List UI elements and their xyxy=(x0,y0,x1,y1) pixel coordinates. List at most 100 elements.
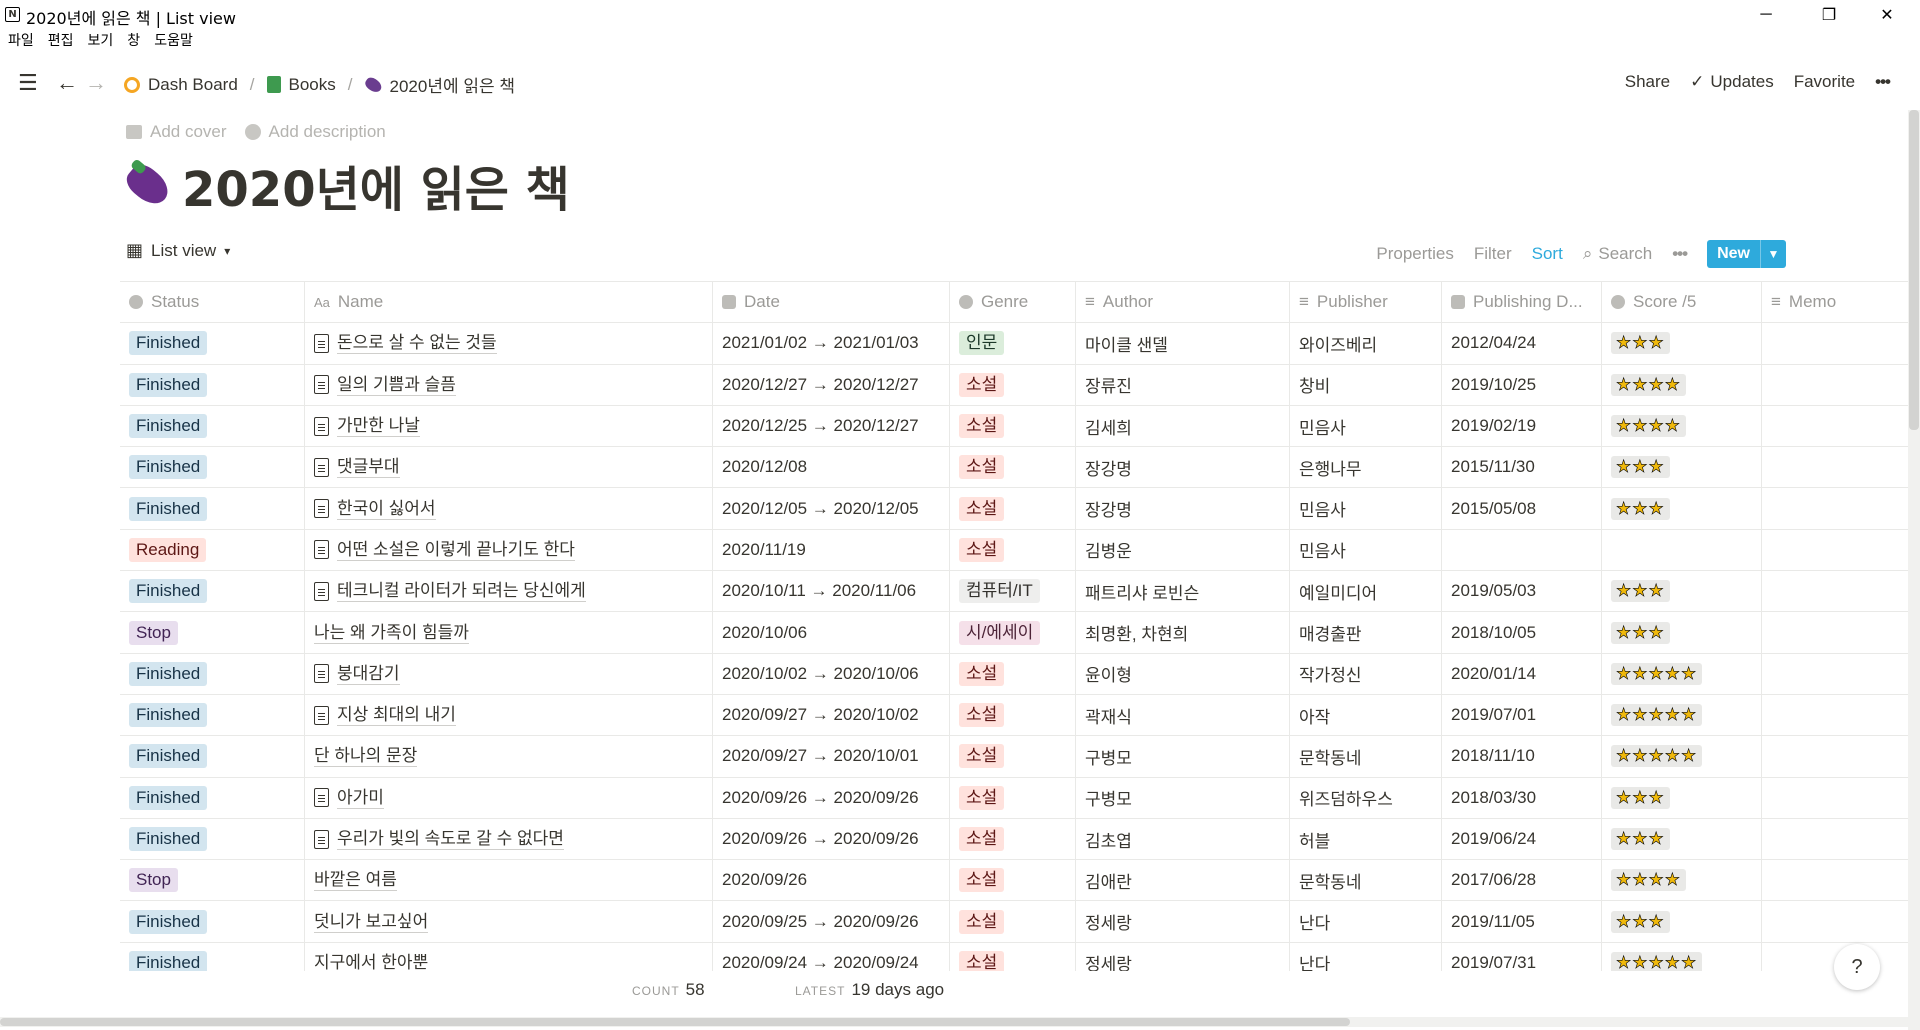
score-cell[interactable]: ★★★★★ xyxy=(1602,942,1762,971)
book-title-link[interactable]: 단 하나의 문장 xyxy=(314,745,418,768)
book-title-link[interactable]: 일의 기쁨과 슬픔 xyxy=(337,374,456,396)
column-header-publisher[interactable]: ≡ Publisher xyxy=(1290,282,1442,323)
name-cell[interactable]: 바깥은 여름 xyxy=(305,860,713,901)
author-cell[interactable]: 김세희 xyxy=(1076,405,1290,447)
genre-cell[interactable]: 소설 xyxy=(950,818,1076,860)
date-cell[interactable]: 2020/12/05 → 2020/12/05 xyxy=(713,488,950,529)
score-cell[interactable]: ★★★★★ xyxy=(1602,736,1762,777)
genre-cell[interactable]: 인문 xyxy=(950,323,1076,364)
score-cell[interactable]: ★★★★ xyxy=(1602,860,1762,901)
table-row[interactable]: Finished 일의 기쁨과 슬픔 2020/12/27 → 2020/12/27… xyxy=(120,364,1910,406)
publisher-cell[interactable]: 민음사 xyxy=(1290,405,1442,447)
publishing-date-cell[interactable]: 2017/06/28 xyxy=(1442,860,1602,901)
book-title-link[interactable]: 지구에서 한아뿐 xyxy=(314,952,428,971)
publisher-cell[interactable]: 문학동네 xyxy=(1290,736,1442,777)
genre-cell[interactable]: 소설 xyxy=(950,405,1076,447)
genre-cell[interactable]: 소설 xyxy=(950,736,1076,777)
search-button[interactable]: ⌕ Search xyxy=(1583,244,1652,264)
name-cell[interactable]: 돈으로 살 수 없는 것들 xyxy=(305,323,713,364)
menu-window[interactable]: 창 xyxy=(127,30,140,52)
book-title-link[interactable]: 가만한 나날 xyxy=(337,415,420,438)
score-cell[interactable]: ★★★★★ xyxy=(1602,694,1762,736)
book-title-link[interactable]: 아가미 xyxy=(337,787,384,809)
publisher-cell[interactable]: 예일미디어 xyxy=(1290,571,1442,612)
author-cell[interactable]: 장류진 xyxy=(1076,364,1290,405)
status-cell[interactable]: Finished xyxy=(120,901,305,942)
page-title[interactable]: 2020년에 읽은 책 xyxy=(121,150,570,220)
view-switcher[interactable]: ▦ List view ▾ xyxy=(126,240,230,261)
score-cell[interactable]: ★★★ xyxy=(1602,612,1762,653)
book-title-link[interactable]: 한국이 싫어서 xyxy=(337,498,436,520)
properties-button[interactable]: Properties xyxy=(1376,244,1453,264)
memo-cell[interactable] xyxy=(1762,406,1910,446)
name-cell[interactable]: 일의 기쁨과 슬픔 xyxy=(305,364,713,405)
status-cell[interactable]: Finished xyxy=(120,653,305,694)
add-cover-button[interactable]: Add cover xyxy=(126,122,227,142)
favorite-button[interactable]: Favorite xyxy=(1794,72,1855,92)
publishing-date-cell[interactable]: 2018/03/30 xyxy=(1442,777,1602,818)
author-cell[interactable]: 장강명 xyxy=(1076,488,1290,529)
publishing-date-cell[interactable]: 2018/11/10 xyxy=(1442,736,1602,777)
column-header-memo[interactable]: ≡ Memo xyxy=(1762,282,1910,322)
name-cell[interactable]: 단 하나의 문장 xyxy=(305,736,713,777)
book-title-link[interactable]: 어떤 소설은 이렇게 끝나기도 한다 xyxy=(337,539,575,561)
add-description-button[interactable]: Add description xyxy=(244,122,386,142)
score-cell[interactable]: ★★★ xyxy=(1602,571,1762,612)
book-title-link[interactable]: 우리가 빛의 속도로 갈 수 없다면 xyxy=(337,828,564,850)
name-cell[interactable]: 한국이 싫어서 xyxy=(305,488,713,529)
date-cell[interactable]: 2020/10/06 xyxy=(713,612,950,653)
name-cell[interactable]: 아가미 xyxy=(305,777,713,818)
genre-cell[interactable]: 소설 xyxy=(950,694,1076,736)
genre-cell[interactable]: 소설 xyxy=(950,488,1076,529)
genre-cell[interactable]: 소설 xyxy=(950,364,1076,405)
date-cell[interactable]: 2020/09/26 → 2020/09/26 xyxy=(713,777,950,818)
share-button[interactable]: Share xyxy=(1625,72,1670,92)
horizontal-scrollbar-thumb[interactable] xyxy=(0,1018,1350,1026)
forward-arrow-icon[interactable]: → xyxy=(85,70,107,96)
breadcrumb-current-page[interactable]: 2020년에 읽은 책 xyxy=(362,72,515,97)
genre-cell[interactable]: 소설 xyxy=(950,529,1076,571)
status-cell[interactable]: Finished xyxy=(120,818,305,860)
score-cell[interactable]: ★★★ xyxy=(1602,447,1762,488)
publishing-date-cell[interactable]: 2019/05/03 xyxy=(1442,571,1602,612)
column-header-author[interactable]: ≡ Author xyxy=(1076,282,1290,323)
status-cell[interactable]: Finished xyxy=(120,777,305,818)
publisher-cell[interactable]: 은행나무 xyxy=(1290,447,1442,488)
score-cell[interactable] xyxy=(1602,529,1762,571)
genre-cell[interactable]: 소설 xyxy=(950,777,1076,818)
name-cell[interactable]: 나는 왜 가족이 힘들까 xyxy=(305,612,713,653)
score-cell[interactable]: ★★★ xyxy=(1602,777,1762,818)
help-button[interactable]: ? xyxy=(1834,944,1880,990)
publisher-cell[interactable]: 난다 xyxy=(1290,901,1442,942)
table-row[interactable]: Finished 아가미 2020/09/26 → 2020/09/26 소설 구병모 위… xyxy=(120,777,1910,819)
date-cell[interactable]: 2021/01/02 → 2021/01/03 xyxy=(713,323,950,364)
name-cell[interactable]: 덧니가 보고싶어 xyxy=(305,901,713,942)
status-cell[interactable]: Finished xyxy=(120,736,305,777)
memo-cell[interactable] xyxy=(1762,778,1910,818)
publishing-date-cell[interactable] xyxy=(1442,529,1602,571)
status-cell[interactable]: Finished xyxy=(120,364,305,405)
status-cell[interactable]: Stop xyxy=(120,860,305,901)
genre-cell[interactable]: 소설 xyxy=(950,447,1076,488)
name-cell[interactable]: 붕대감기 xyxy=(305,653,713,694)
filter-button[interactable]: Filter xyxy=(1474,244,1512,264)
publisher-cell[interactable]: 와이즈베리 xyxy=(1290,323,1442,364)
table-row[interactable]: Finished 댓글부대 2020/12/08 소설 장강명 은행나무 2015/11/3… xyxy=(120,447,1910,489)
memo-cell[interactable] xyxy=(1762,819,1910,859)
hamburger-menu-icon[interactable]: ☰ xyxy=(18,70,38,96)
column-header-score[interactable]: Score /5 xyxy=(1602,282,1762,323)
status-cell[interactable]: Finished xyxy=(120,942,305,971)
book-title-link[interactable]: 덧니가 보고싶어 xyxy=(314,911,429,933)
book-title-link[interactable]: 테크니컬 라이터가 되려는 당신에게 xyxy=(337,580,586,603)
memo-cell[interactable] xyxy=(1762,612,1910,652)
status-cell[interactable]: Stop xyxy=(120,612,305,653)
score-cell[interactable]: ★★★ xyxy=(1602,818,1762,860)
publishing-date-cell[interactable]: 2018/10/05 xyxy=(1442,612,1602,653)
date-cell[interactable]: 2020/09/27 → 2020/10/02 xyxy=(713,694,950,736)
status-cell[interactable]: Finished xyxy=(120,447,305,488)
book-title-link[interactable]: 댓글부대 xyxy=(337,456,400,479)
book-title-link[interactable]: 나는 왜 가족이 힘들까 xyxy=(314,622,469,644)
vertical-scrollbar-thumb[interactable] xyxy=(1909,110,1919,430)
date-cell[interactable]: 2020/12/27 → 2020/12/27 xyxy=(713,364,950,405)
publishing-date-cell[interactable]: 2015/05/08 xyxy=(1442,488,1602,529)
